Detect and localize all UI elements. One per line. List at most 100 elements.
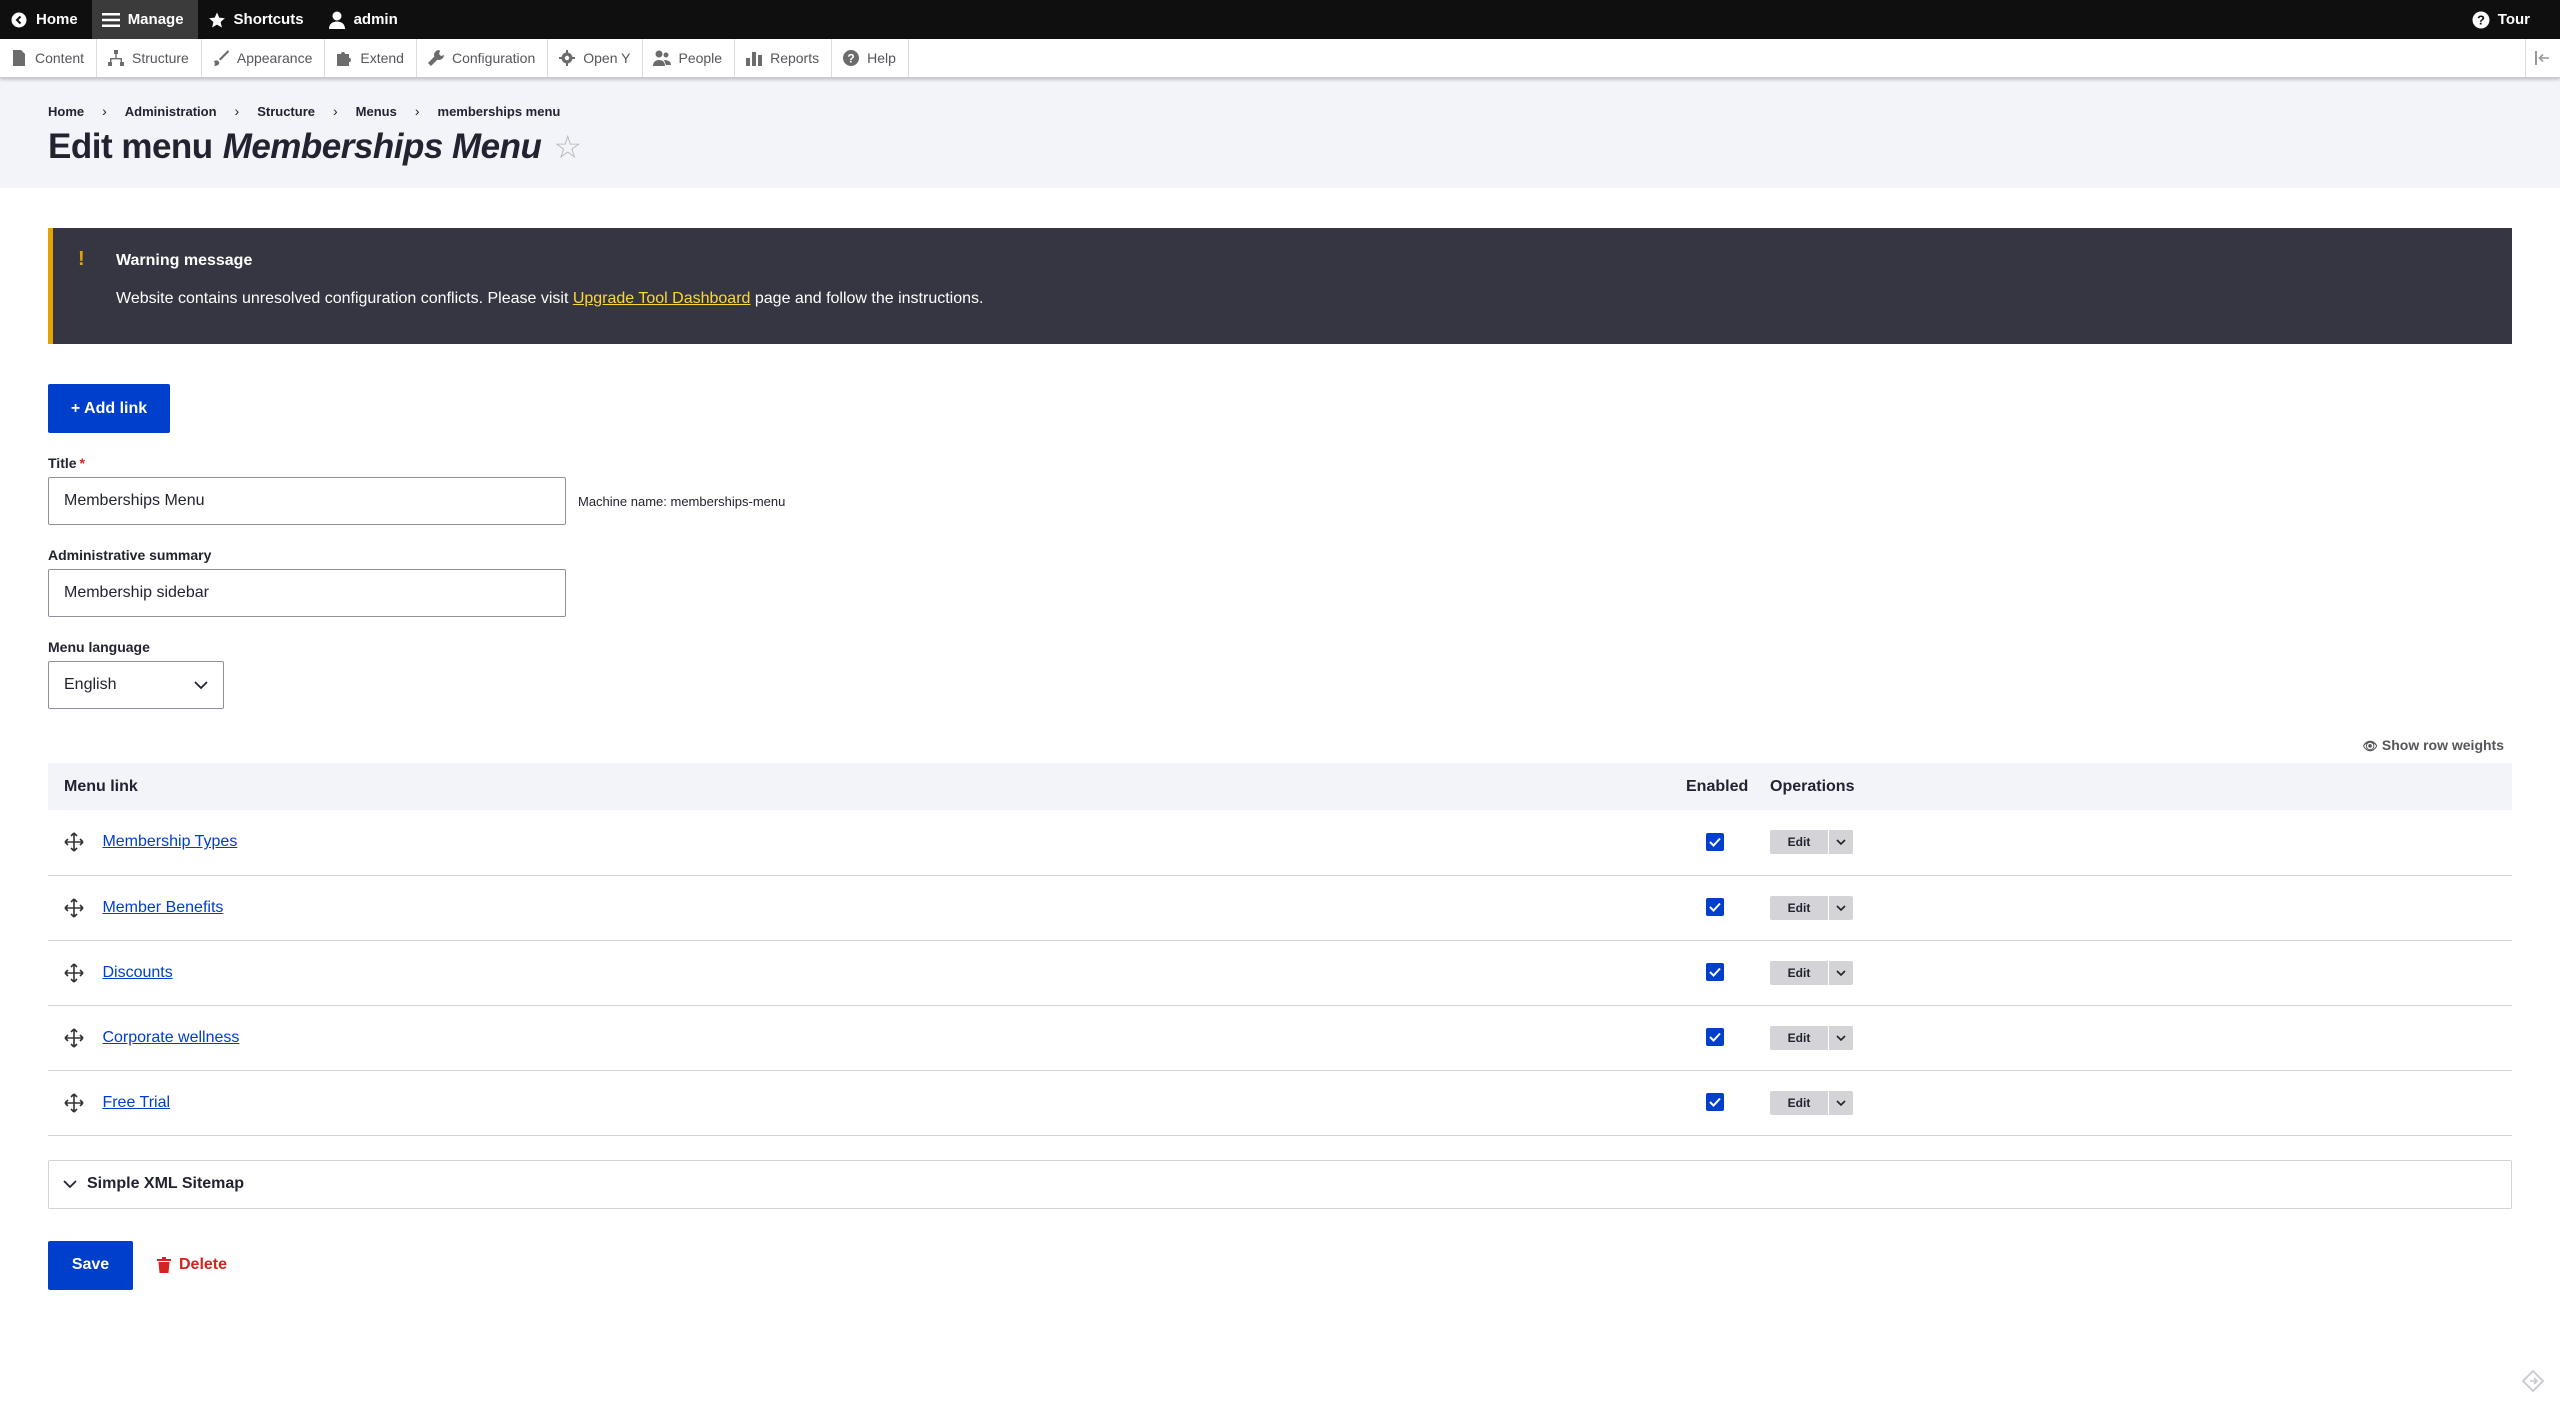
tray-item-reports[interactable]: Reports: [735, 39, 833, 77]
breadcrumb-separator: ›: [234, 103, 240, 119]
upgrade-tool-dashboard-link[interactable]: Upgrade Tool Dashboard: [573, 290, 751, 307]
menu-language-select[interactable]: English: [48, 661, 224, 709]
edit-button[interactable]: Edit: [1770, 960, 1828, 985]
diamond-arrow-icon[interactable]: [2522, 1370, 2544, 1392]
bar-chart-icon: [746, 52, 763, 66]
menu-link[interactable]: Free Trial: [102, 1094, 170, 1111]
table-row: Discounts Edit: [48, 940, 2512, 1005]
tray-item-label: People: [678, 50, 723, 66]
shortcut-star-icon[interactable]: ☆: [553, 128, 582, 166]
admin-toolbar: Home Manage Shortcuts admin ? Tour: [0, 0, 2560, 39]
administrative-summary-input[interactable]: Membership sidebar: [48, 569, 566, 617]
menu-link[interactable]: Discounts: [102, 964, 172, 981]
breadcrumb-home[interactable]: Home: [48, 104, 84, 119]
enabled-checkbox[interactable]: [1706, 1093, 1724, 1111]
tray-item-configuration[interactable]: Configuration: [417, 39, 549, 77]
menu-link-cell: Free Trial: [48, 1070, 1686, 1135]
enabled-checkbox[interactable]: [1706, 1028, 1724, 1046]
operations-cell: Edit: [1770, 1005, 2512, 1070]
simple-xml-sitemap-details[interactable]: Simple XML Sitemap: [48, 1159, 2512, 1209]
tray-item-help[interactable]: ? Help: [832, 39, 909, 77]
menu-link[interactable]: Member Benefits: [102, 899, 223, 916]
question-circle-icon: ?: [2472, 11, 2490, 29]
title-label-text: Title: [48, 455, 77, 471]
dropbutton-toggle[interactable]: [1828, 830, 1853, 855]
table-header-row: Menu link Enabled Operations: [48, 763, 2512, 810]
warning-icon: !: [78, 248, 85, 270]
enabled-checkbox[interactable]: [1706, 832, 1724, 851]
toolbar-manage-label: Manage: [127, 11, 184, 28]
wrench-icon: [427, 50, 444, 66]
file-icon: [13, 50, 25, 66]
page-title: Edit menu Memberships Menu ☆: [48, 127, 2512, 167]
show-row-weights-button[interactable]: 👁 Show row weights: [48, 737, 2504, 757]
menu-link-cell: Corporate wellness: [48, 1005, 1686, 1070]
toolbar-tour-label: Tour: [2497, 11, 2530, 28]
paintbrush-icon: [213, 50, 229, 66]
breadcrumb-menus[interactable]: Menus: [356, 104, 397, 119]
save-button[interactable]: Save: [48, 1240, 133, 1290]
user-icon: [328, 11, 346, 29]
toolbar-user-label: admin: [353, 11, 398, 28]
tray-item-label: Reports: [770, 50, 820, 66]
toolbar-manage[interactable]: Manage: [91, 0, 198, 39]
toolbar-shortcuts[interactable]: Shortcuts: [198, 0, 318, 39]
dropbutton-toggle[interactable]: [1828, 960, 1853, 985]
toolbar-tour[interactable]: ? Tour: [2462, 0, 2544, 39]
drag-handle-icon[interactable]: [64, 897, 84, 918]
warning-text-before: Website contains unresolved configuratio…: [116, 290, 573, 307]
breadcrumb-current[interactable]: memberships menu: [438, 104, 561, 119]
chevron-down-icon: [1836, 969, 1846, 976]
drag-handle-icon[interactable]: [64, 1027, 84, 1048]
add-link-button[interactable]: + Add link: [48, 384, 170, 433]
help-icon: ?: [843, 50, 860, 66]
enabled-checkbox[interactable]: [1706, 963, 1724, 981]
delete-button[interactable]: Delete: [157, 1256, 227, 1274]
toolbar-home[interactable]: Home: [0, 0, 92, 39]
tray-item-content[interactable]: Content: [0, 39, 98, 77]
tray-item-label: Configuration: [451, 50, 536, 66]
star-icon: [208, 11, 226, 29]
tray-item-extend[interactable]: Extend: [325, 39, 417, 77]
tray-item-appearance[interactable]: Appearance: [202, 39, 326, 77]
menu-link-cell: Discounts: [48, 940, 1686, 1005]
operations-dropbutton: Edit: [1770, 895, 1853, 920]
drag-handle-icon[interactable]: [64, 832, 84, 852]
people-icon: [653, 50, 672, 66]
toolbar-home-label: Home: [36, 11, 78, 28]
edit-button[interactable]: Edit: [1770, 1025, 1828, 1050]
summary-label: Administrative summary: [48, 547, 212, 563]
edit-button[interactable]: Edit: [1770, 1090, 1828, 1115]
back-circle-icon: [10, 11, 28, 29]
tray-item-people[interactable]: People: [643, 39, 736, 77]
collapse-tray-icon[interactable]: [2525, 39, 2560, 77]
page-title-menu-name: Memberships Menu: [222, 127, 542, 166]
dropbutton-toggle[interactable]: [1828, 1025, 1853, 1050]
tray-item-openy[interactable]: Open Y: [548, 39, 644, 77]
table-row: Free Trial Edit: [48, 1070, 2512, 1135]
dropbutton-toggle[interactable]: [1828, 895, 1853, 920]
enabled-cell: [1686, 1070, 1770, 1135]
page-title-prefix: Edit menu: [48, 127, 213, 166]
breadcrumb-structure[interactable]: Structure: [257, 104, 315, 119]
trash-icon: [157, 1257, 171, 1273]
tray-item-structure[interactable]: Structure: [97, 39, 202, 77]
edit-button[interactable]: Edit: [1770, 830, 1828, 855]
chevron-down-icon: [194, 680, 208, 689]
svg-text:?: ?: [847, 52, 854, 66]
chevron-down-icon: [63, 1179, 77, 1188]
enabled-checkbox[interactable]: [1706, 898, 1724, 916]
toolbar-user[interactable]: admin: [318, 0, 412, 39]
menu-link[interactable]: Corporate wellness: [102, 1029, 239, 1046]
title-input[interactable]: Memberships Menu: [48, 477, 566, 525]
required-marker: *: [79, 455, 85, 471]
drag-handle-icon[interactable]: [64, 962, 84, 983]
breadcrumb-administration[interactable]: Administration: [125, 104, 217, 119]
puzzle-icon: [337, 52, 352, 66]
edit-button[interactable]: Edit: [1770, 895, 1828, 920]
drag-handle-icon[interactable]: [64, 1092, 84, 1113]
operations-dropbutton: Edit: [1770, 1025, 1853, 1050]
dropbutton-toggle[interactable]: [1828, 1090, 1853, 1115]
menu-link[interactable]: Membership Types: [102, 833, 237, 850]
menu-link-cell: Member Benefits: [48, 875, 1686, 940]
